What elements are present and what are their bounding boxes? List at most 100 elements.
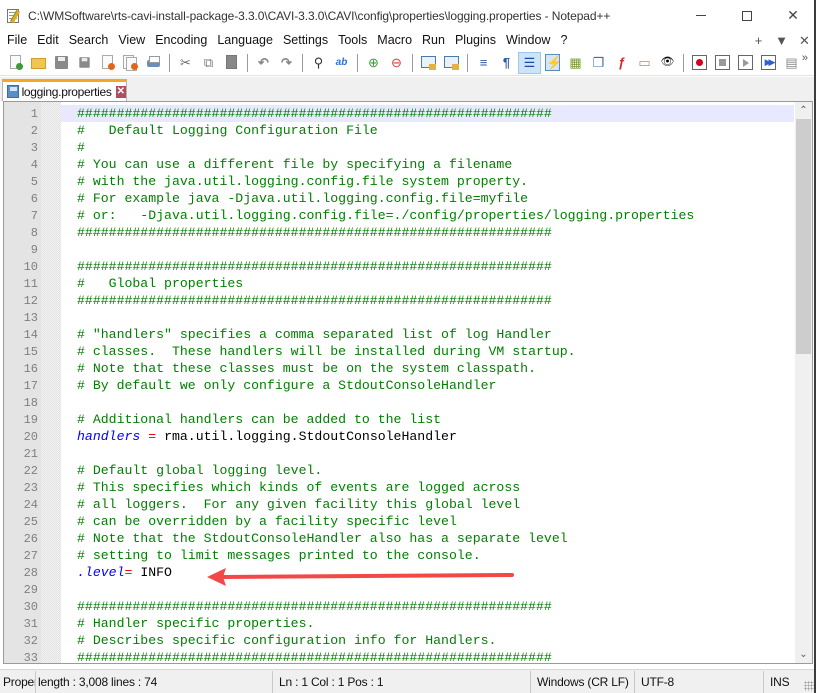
line-text[interactable]: # with the java.util.logging.config.file… xyxy=(61,173,794,190)
code-line[interactable]: 9 xyxy=(4,241,794,258)
line-text[interactable]: ########################################… xyxy=(61,598,794,615)
new-tab-plus-icon[interactable]: + xyxy=(747,33,770,48)
line-text[interactable]: # setting to limit messages printed to t… xyxy=(61,547,794,564)
code-line[interactable]: 2 # Default Logging Configuration File xyxy=(4,122,794,139)
status-eol[interactable]: Windows (CR LF) xyxy=(531,670,635,693)
line-text[interactable]: # By default we only configure a StdoutC… xyxy=(61,377,794,394)
line-text[interactable]: # You can use a different file by specif… xyxy=(61,156,794,173)
line-text[interactable]: handlers = rma.util.logging.StdoutConsol… xyxy=(61,428,794,445)
replace-button[interactable]: ab xyxy=(330,52,353,74)
line-text[interactable]: .level= INFO xyxy=(61,564,794,581)
scroll-down-button[interactable]: ⌄ xyxy=(795,646,812,663)
code-line[interactable]: 32 # Describes specific configuration inf… xyxy=(4,632,794,649)
print-button[interactable] xyxy=(142,52,165,74)
code-line[interactable]: 7 # or: -Djava.util.logging.config.file=.… xyxy=(4,207,794,224)
line-text[interactable]: # This specifies which kinds of events a… xyxy=(61,479,794,496)
code-line[interactable]: 33 ######################################… xyxy=(4,649,794,663)
code-line[interactable]: 15 # classes. These handlers will be inst… xyxy=(4,343,794,360)
macro-record-button[interactable] xyxy=(688,52,711,74)
undo-button[interactable]: ↶ xyxy=(252,52,275,74)
code-line[interactable]: 14 # "handlers" specifies a comma separat… xyxy=(4,326,794,343)
code-line[interactable]: 18 xyxy=(4,394,794,411)
code-line[interactable]: 28 .level= INFO xyxy=(4,564,794,581)
close-document-icon[interactable]: ✕ xyxy=(793,33,816,49)
new-file-button[interactable] xyxy=(4,52,27,74)
code-line[interactable]: 31 # Handler specific properties. xyxy=(4,615,794,632)
user-language-button[interactable]: ⚡ xyxy=(541,52,564,74)
code-line[interactable]: 25 # can be overridden by a facility spec… xyxy=(4,513,794,530)
tab-list-dropdown-icon[interactable]: ▼ xyxy=(770,33,793,48)
vertical-scrollbar[interactable]: ⌃ ⌄ xyxy=(795,102,812,663)
close-tab-icon[interactable]: ✕ xyxy=(115,85,126,98)
scroll-up-button[interactable]: ⌃ xyxy=(795,102,812,119)
editor[interactable]: 1 #######################################… xyxy=(3,101,813,664)
code-line[interactable]: 11 # Global properties xyxy=(4,275,794,292)
menu-file[interactable]: File xyxy=(0,31,32,50)
line-text[interactable] xyxy=(61,309,794,326)
code-line[interactable]: 12 ######################################… xyxy=(4,292,794,309)
line-text[interactable]: # classes. These handlers will be instal… xyxy=(61,343,794,360)
folder-workspace-button[interactable]: ▭ xyxy=(633,52,656,74)
line-text[interactable]: ########################################… xyxy=(61,292,794,309)
close-all-button[interactable] xyxy=(119,52,142,74)
line-text[interactable]: # xyxy=(61,139,794,156)
menu-language[interactable]: Language xyxy=(212,31,278,50)
sync-horizontal-button[interactable] xyxy=(440,52,463,74)
menu-settings[interactable]: Settings xyxy=(278,31,333,50)
line-text[interactable]: # Additional handlers can be added to th… xyxy=(61,411,794,428)
macro-stop-button[interactable] xyxy=(711,52,734,74)
copy-button[interactable]: ⧉ xyxy=(197,52,220,74)
line-text[interactable]: # can be overridden by a facility specif… xyxy=(61,513,794,530)
sync-vertical-button[interactable] xyxy=(417,52,440,74)
macro-save-button[interactable]: ▤ xyxy=(780,52,803,74)
indent-guide-button[interactable]: ☰ xyxy=(518,51,541,74)
word-wrap-button[interactable]: ≡ xyxy=(472,52,495,74)
code-line[interactable]: 19 # Additional handlers can be added to … xyxy=(4,411,794,428)
line-text[interactable]: # "handlers" specifies a comma separated… xyxy=(61,326,794,343)
find-button[interactable]: ⚲ xyxy=(307,52,330,74)
open-file-button[interactable] xyxy=(27,52,50,74)
code-line[interactable]: 6 # For example java -Djava.util.logging.… xyxy=(4,190,794,207)
line-text[interactable]: # Note that the StdoutConsoleHandler als… xyxy=(61,530,794,547)
code-line[interactable]: 10 ######################################… xyxy=(4,258,794,275)
close-file-button[interactable] xyxy=(96,52,119,74)
line-text[interactable]: # Default global logging level. xyxy=(61,462,794,479)
line-text[interactable]: # or: -Djava.util.logging.config.file=./… xyxy=(61,207,794,224)
code-line[interactable]: 29 xyxy=(4,581,794,598)
status-encoding[interactable]: UTF-8 xyxy=(635,670,764,693)
code-line[interactable]: 17 # By default we only configure a Stdou… xyxy=(4,377,794,394)
line-text[interactable]: # Handler specific properties. xyxy=(61,615,794,632)
code-line[interactable]: 3 # xyxy=(4,139,794,156)
status-insert-mode[interactable]: INS xyxy=(764,671,794,693)
zoom-in-button[interactable]: ⊕ xyxy=(362,52,385,74)
minimize-button[interactable] xyxy=(678,0,724,31)
line-text[interactable] xyxy=(61,581,794,598)
line-text[interactable]: ########################################… xyxy=(61,105,794,122)
code-line[interactable]: 1 #######################################… xyxy=(4,105,794,122)
code-line[interactable]: 13 xyxy=(4,309,794,326)
code-line[interactable]: 30 ######################################… xyxy=(4,598,794,615)
toolbar-overflow-icon[interactable]: » xyxy=(802,52,808,64)
macro-play-button[interactable] xyxy=(734,52,757,74)
code-line[interactable]: 20 handlers = rma.util.logging.StdoutCons… xyxy=(4,428,794,445)
code-line[interactable]: 24 # all loggers. For any given facility … xyxy=(4,496,794,513)
menu-edit[interactable]: Edit xyxy=(32,31,64,50)
code-line[interactable]: 22 # Default global logging level. xyxy=(4,462,794,479)
resize-grip[interactable] xyxy=(804,681,814,691)
document-map-button[interactable]: ▦ xyxy=(564,52,587,74)
code-line[interactable]: 5 # with the java.util.logging.config.fil… xyxy=(4,173,794,190)
maximize-button[interactable] xyxy=(724,0,770,31)
menu-run[interactable]: Run xyxy=(417,31,450,50)
line-text[interactable]: # Global properties xyxy=(61,275,794,292)
line-text[interactable]: # Default Logging Configuration File xyxy=(61,122,794,139)
save-all-button[interactable] xyxy=(73,52,96,74)
macro-run-multiple-button[interactable]: ▶▶ xyxy=(757,52,780,74)
close-window-button[interactable]: ✕ xyxy=(770,0,816,31)
code-line[interactable]: 23 # This specifies which kinds of events… xyxy=(4,479,794,496)
tab-logging-properties[interactable]: logging.properties ✕ xyxy=(2,79,127,101)
menu-tools[interactable]: Tools xyxy=(333,31,372,50)
code-line[interactable]: 8 #######################################… xyxy=(4,224,794,241)
scrollbar-thumb[interactable] xyxy=(796,119,811,354)
menu-encoding[interactable]: Encoding xyxy=(150,31,212,50)
menu-search[interactable]: Search xyxy=(64,31,114,50)
